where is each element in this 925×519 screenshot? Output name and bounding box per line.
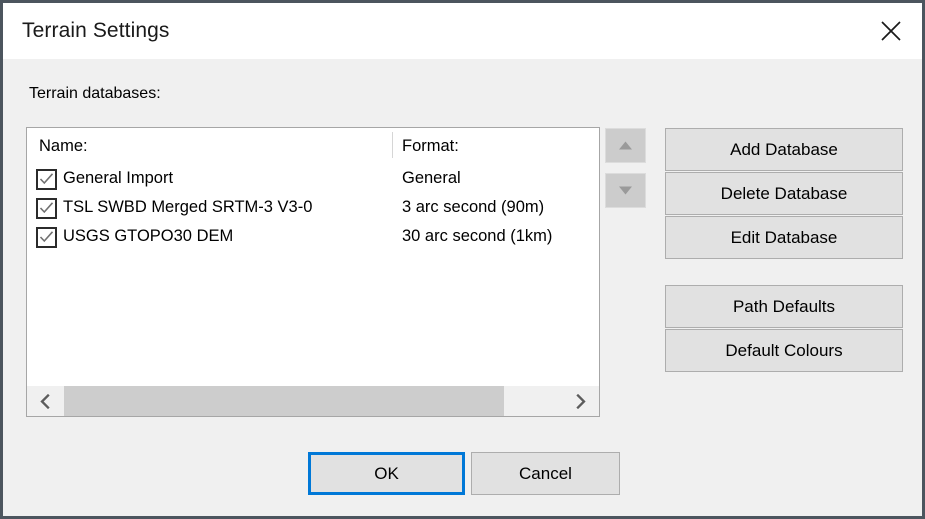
cancel-button[interactable]: Cancel [471,452,620,495]
scrollbar-thumb[interactable] [64,386,504,416]
add-database-button[interactable]: Add Database [665,128,903,171]
row-name: TSL SWBD Merged SRTM-3 V3-0 [63,198,313,216]
row-name: USGS GTOPO30 DEM [63,227,234,245]
terrain-databases-label: Terrain databases: [29,85,161,102]
move-down-button[interactable] [605,173,646,208]
close-icon [880,20,902,42]
move-up-button[interactable] [605,128,646,163]
scroll-left-button[interactable] [27,386,64,416]
scroll-right-button[interactable] [562,386,599,416]
default-colours-button[interactable]: Default Colours [665,329,903,372]
delete-database-button[interactable]: Delete Database [665,172,903,215]
row-checkbox[interactable] [36,198,57,219]
checkmark-icon [39,173,54,185]
column-header-name[interactable]: Name: [39,137,88,156]
triangle-up-icon [618,141,633,150]
column-separator [392,132,393,158]
window-title: Terrain Settings [22,19,170,42]
column-header-format[interactable]: Format: [402,137,459,156]
table-row[interactable]: General Import General [27,166,599,194]
horizontal-scrollbar[interactable] [27,385,599,416]
edit-database-button[interactable]: Edit Database [665,216,903,259]
checkmark-icon [39,231,54,243]
terrain-settings-dialog: Terrain Settings Terrain databases: Name… [0,0,925,519]
close-button[interactable] [860,3,922,59]
ok-button[interactable]: OK [308,452,465,495]
row-name: General Import [63,169,174,187]
checkmark-icon [39,202,54,214]
row-format: 3 arc second (90m) [402,198,545,216]
chevron-right-icon [574,394,587,409]
table-row[interactable]: USGS GTOPO30 DEM 30 arc second (1km) [27,224,599,252]
terrain-databases-list[interactable]: Name: Format: General Import General TSL… [26,127,600,417]
titlebar: Terrain Settings [3,3,922,59]
row-format: General [402,169,461,187]
row-format: 30 arc second (1km) [402,227,553,245]
dialog-body: Terrain databases: Name: Format: General… [3,59,922,516]
row-checkbox[interactable] [36,169,57,190]
path-defaults-button[interactable]: Path Defaults [665,285,903,328]
chevron-left-icon [39,394,52,409]
triangle-down-icon [618,186,633,195]
row-checkbox[interactable] [36,227,57,248]
scrollbar-track[interactable] [64,386,562,416]
table-row[interactable]: TSL SWBD Merged SRTM-3 V3-0 3 arc second… [27,195,599,223]
list-content: Name: Format: General Import General TSL… [27,128,599,385]
